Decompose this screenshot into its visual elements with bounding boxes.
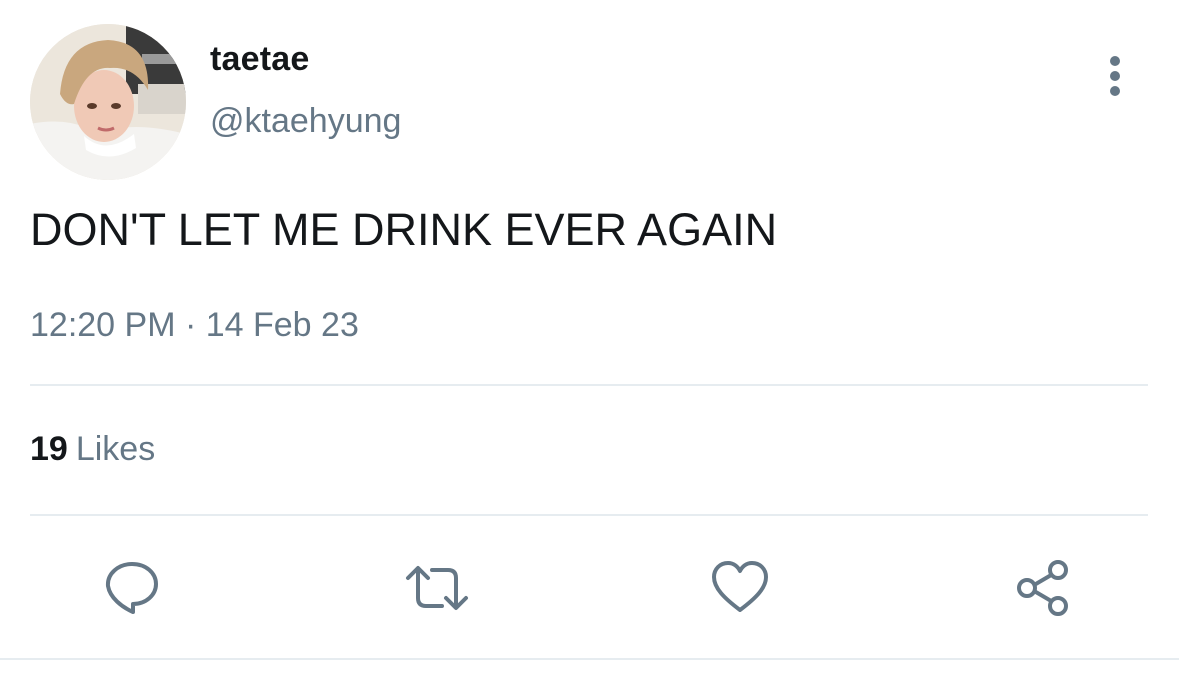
- more-dot: [1110, 86, 1120, 96]
- tweet-detail: taetae @ktaehyung DON'T LET ME DRINK EVE…: [0, 0, 1179, 678]
- avatar[interactable]: [30, 24, 186, 180]
- reply-button[interactable]: [102, 558, 162, 618]
- tweet-timestamp: 12:20 PM · 14 Feb 23: [30, 306, 359, 344]
- reply-icon: [105, 562, 158, 614]
- likes-label: Likes: [75, 430, 156, 468]
- retweet-button[interactable]: [404, 558, 468, 618]
- more-dot: [1110, 56, 1120, 66]
- likes-stat[interactable]: 19 Likes: [30, 430, 155, 469]
- avatar-image: [30, 24, 186, 180]
- more-options-icon[interactable]: [1096, 54, 1134, 98]
- tweet-text: DON'T LET ME DRINK EVER AGAIN: [30, 204, 778, 255]
- divider: [30, 384, 1148, 386]
- more-dot: [1110, 71, 1120, 81]
- likes-count: 19: [30, 430, 68, 468]
- retweet-icon: [406, 566, 468, 610]
- divider: [0, 658, 1179, 660]
- share-icon: [1017, 560, 1068, 616]
- author-display-name[interactable]: taetae: [210, 40, 309, 79]
- author-handle[interactable]: @ktaehyung: [210, 102, 401, 141]
- heart-icon: [712, 561, 768, 612]
- share-button[interactable]: [1014, 558, 1074, 618]
- divider: [30, 514, 1148, 516]
- like-button[interactable]: [710, 558, 770, 618]
